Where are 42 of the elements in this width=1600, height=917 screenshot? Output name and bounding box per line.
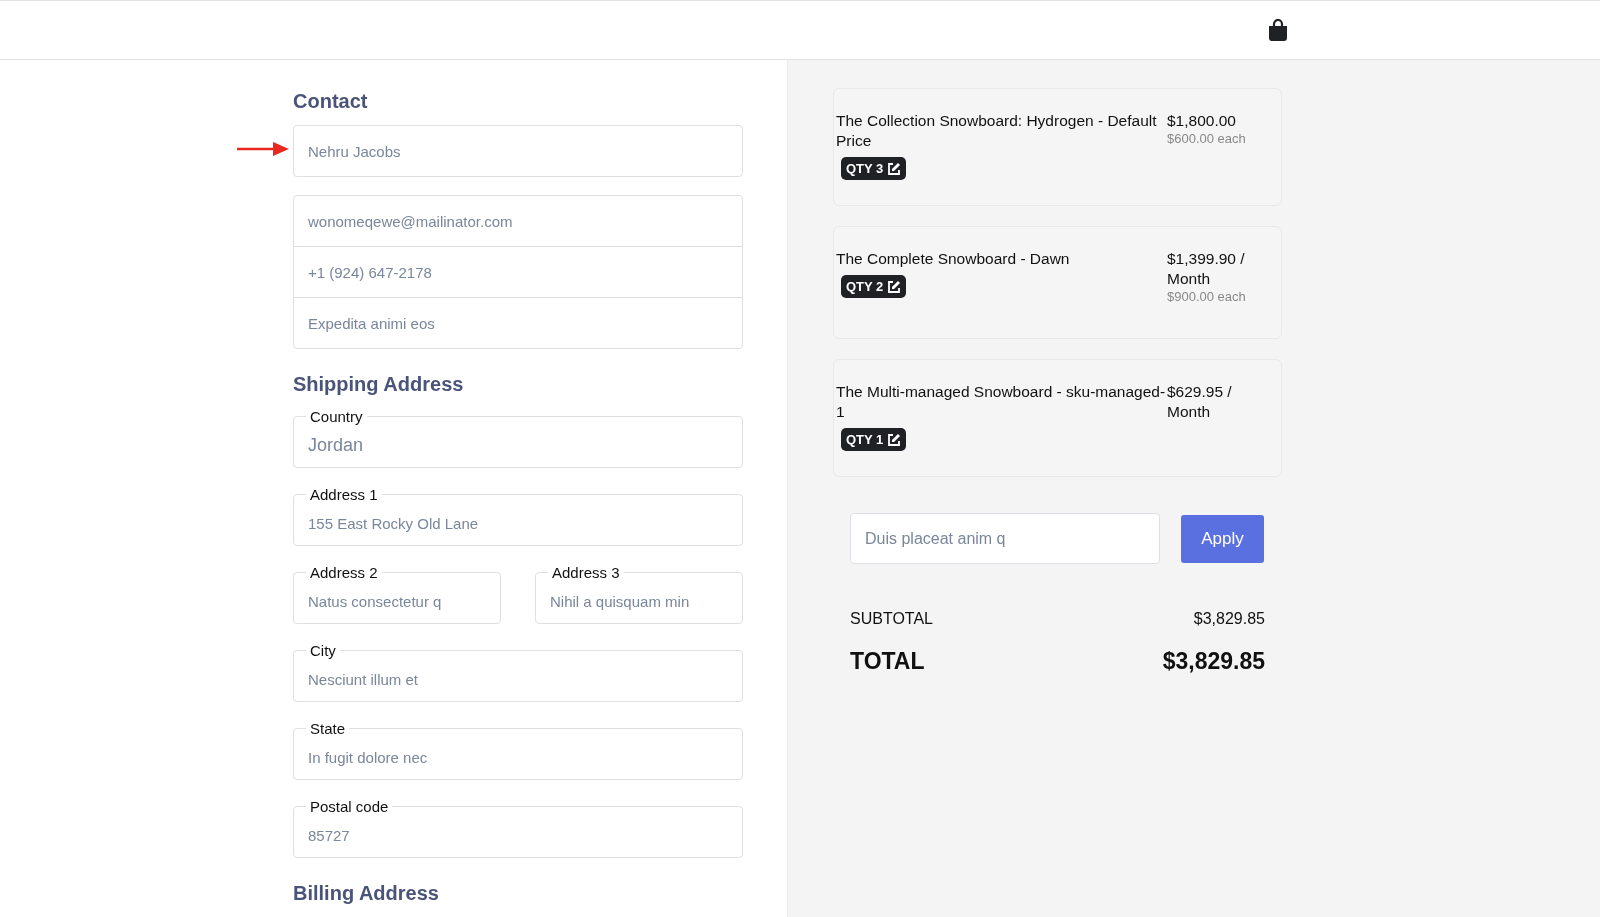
apply-button[interactable]: Apply xyxy=(1181,515,1264,563)
edit-icon xyxy=(887,279,902,294)
text-input[interactable]: Natus consectetur q xyxy=(294,581,500,621)
edit-icon xyxy=(887,432,902,447)
product-price: $629.95 / Month xyxy=(1167,382,1233,422)
form-field[interactable]: City Nesciunt illum et xyxy=(293,642,743,702)
form-field[interactable]: Postal code 85727 xyxy=(293,798,743,858)
select-value[interactable]: Jordan xyxy=(294,425,742,465)
name-field[interactable]: Nehru Jacobs xyxy=(293,125,743,177)
form-field[interactable]: Address 2 Natus consectetur q xyxy=(293,564,501,624)
input-field[interactable]: Expedita animi eos xyxy=(293,297,743,349)
product-title: The Complete Snowboard - Dawn xyxy=(836,249,1071,269)
section-heading: Contact xyxy=(293,90,369,113)
form-field[interactable]: Address 1 155 East Rocky Old Lane xyxy=(293,486,743,546)
product-price: $1,800.00 xyxy=(1167,111,1237,131)
discount-code-input[interactable]: Duis placeat anim q xyxy=(851,529,1159,548)
text-input[interactable]: 85727 xyxy=(294,815,742,855)
product-price: $1,399.90 / Month xyxy=(1167,249,1246,289)
discount-code-field[interactable]: Duis placeat anim q xyxy=(850,513,1160,564)
product-title: The Collection Snowboard: Hydrogen - Default Price xyxy=(836,111,1158,151)
input-field[interactable]: wonomeqewe@mailinator.com xyxy=(293,195,743,247)
text-input[interactable]: 155 East Rocky Old Lane xyxy=(294,503,742,543)
total-label: TOTAL xyxy=(850,648,925,675)
section-heading: Billing Address xyxy=(293,882,440,905)
text-input[interactable]: Nihil a quisquam min xyxy=(536,581,742,621)
subtotal-value: $3,829.85 xyxy=(1193,610,1265,628)
form-field[interactable]: Address 3 Nihil a quisquam min xyxy=(535,564,743,624)
total-value: $3,829.85 xyxy=(1162,648,1265,675)
quantity-button[interactable]: QTY 2 xyxy=(841,275,907,298)
text-input[interactable]: In fugit dolore nec xyxy=(294,737,742,777)
subtotal-label: SUBTOTAL xyxy=(850,610,933,628)
text-input[interactable]: Nesciunt illum et xyxy=(294,659,742,699)
input-field[interactable]: +1 (924) 647-2178 xyxy=(293,246,743,298)
edit-icon xyxy=(887,161,902,176)
section-heading: Shipping Address xyxy=(293,373,465,396)
unit-price: $900.00 each xyxy=(1167,289,1247,304)
unit-price: $600.00 each xyxy=(1167,131,1247,146)
shopping-bag-icon[interactable] xyxy=(1268,19,1288,41)
arrow-icon xyxy=(237,141,289,157)
quantity-button[interactable]: QTY 3 xyxy=(841,157,907,180)
quantity-button[interactable]: QTY 1 xyxy=(841,428,907,451)
product-title: The Multi-managed Snowboard - sku-managed-1 xyxy=(836,382,1167,422)
